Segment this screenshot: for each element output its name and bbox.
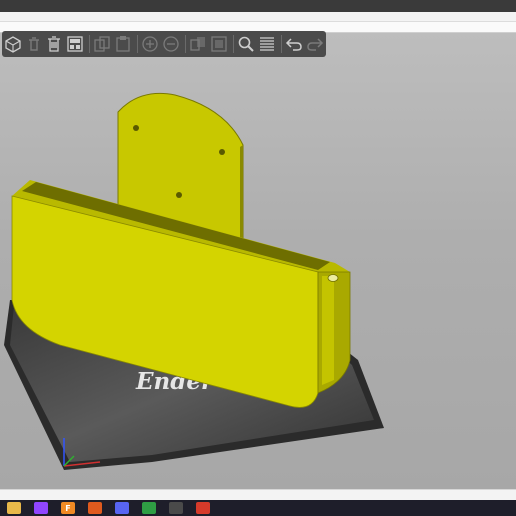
slicer-icon[interactable]: [88, 502, 102, 514]
f-app-icon[interactable]: F: [61, 502, 75, 514]
taskbar: F: [0, 500, 516, 516]
screw-hole: [133, 125, 139, 131]
split-parts-icon[interactable]: [210, 33, 229, 55]
menu-bar: [0, 12, 516, 22]
toolbar-separator: [281, 35, 282, 53]
toolbar: [2, 31, 326, 57]
3d-viewport[interactable]: Ender: [0, 33, 516, 489]
delete-all-icon[interactable]: [45, 33, 64, 55]
layers-editing-icon[interactable]: [258, 33, 277, 55]
redo-icon[interactable]: [306, 33, 325, 55]
undo-icon[interactable]: [285, 33, 304, 55]
toolbar-separator: [185, 35, 187, 53]
add-instance-icon[interactable]: [141, 33, 160, 55]
remove-instance-icon[interactable]: [162, 33, 181, 55]
scene: Ender: [4, 92, 384, 470]
screw-hole: [176, 192, 182, 198]
folder-icon[interactable]: [7, 502, 21, 514]
delete-icon[interactable]: [25, 33, 44, 55]
twitch-icon[interactable]: [34, 502, 48, 514]
search-icon[interactable]: [237, 33, 256, 55]
discord-icon[interactable]: [115, 502, 129, 514]
paste-icon[interactable]: [114, 33, 133, 55]
split-objects-icon[interactable]: [189, 33, 208, 55]
screw-hole: [219, 149, 225, 155]
tray-hole: [327, 274, 339, 282]
arrange-icon[interactable]: [66, 33, 85, 55]
toolbar-separator: [233, 35, 234, 53]
add-object-icon[interactable]: [4, 33, 23, 55]
chrome-icon[interactable]: [142, 502, 156, 514]
window-title-bar: [0, 0, 516, 12]
copy-icon[interactable]: [93, 33, 112, 55]
app-icon[interactable]: [196, 502, 210, 514]
chrome-alt-icon[interactable]: [169, 502, 183, 514]
toolbar-separator: [137, 35, 139, 53]
toolbar-separator: [89, 35, 91, 53]
